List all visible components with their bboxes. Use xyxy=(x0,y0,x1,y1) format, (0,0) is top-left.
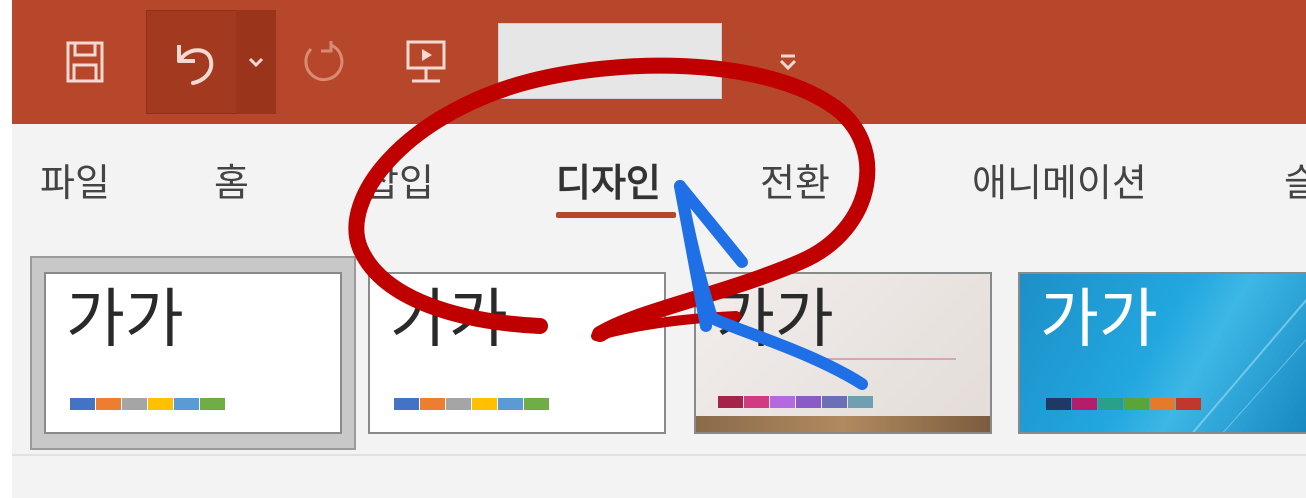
redo-icon xyxy=(304,41,344,82)
color-swatch xyxy=(472,398,497,410)
start-from-beginning-icon xyxy=(406,40,446,83)
save-button[interactable] xyxy=(60,10,110,114)
tab-slideshow[interactable]: 슬 xyxy=(1284,152,1306,207)
tab-home[interactable]: 홈 xyxy=(214,152,249,207)
customize-toolbar-button[interactable] xyxy=(770,10,806,114)
theme-color-swatches xyxy=(1046,398,1202,410)
color-swatch xyxy=(1150,398,1175,410)
tab-file[interactable]: 파일 xyxy=(40,152,110,207)
color-swatch xyxy=(148,398,173,410)
theme-sample-text: 가가 xyxy=(66,283,184,357)
theme-color-swatches xyxy=(394,398,550,410)
theme-color-swatches xyxy=(718,396,874,408)
color-swatch xyxy=(1098,398,1123,410)
save-icon xyxy=(66,41,104,83)
tab-animations[interactable]: 애니메이션 xyxy=(972,152,1147,207)
theme-color-swatches xyxy=(70,398,226,410)
tab-transitions[interactable]: 전환 xyxy=(760,152,830,207)
color-swatch xyxy=(498,398,523,410)
theme-wood-band xyxy=(696,416,990,432)
color-swatch xyxy=(1072,398,1097,410)
start-from-beginning-button[interactable] xyxy=(398,10,454,114)
tab-insert[interactable]: 삽입 xyxy=(364,152,434,207)
chevron-down-icon xyxy=(248,57,264,68)
color-swatch xyxy=(1124,398,1149,410)
color-swatch xyxy=(446,398,471,410)
color-swatch xyxy=(770,396,795,408)
color-swatch xyxy=(96,398,121,410)
undo-dropdown[interactable] xyxy=(236,10,276,114)
left-margin xyxy=(0,0,12,498)
theme-thumbnail-2[interactable]: 가가 xyxy=(368,272,666,434)
color-swatch xyxy=(174,398,199,410)
color-swatch xyxy=(718,396,743,408)
color-swatch xyxy=(524,398,549,410)
customize-toolbar-icon xyxy=(779,54,797,71)
color-swatch xyxy=(848,396,873,408)
color-swatch xyxy=(122,398,147,410)
active-tab-indicator xyxy=(556,212,676,218)
color-swatch xyxy=(200,398,225,410)
theme-sample-text: 가가 xyxy=(716,283,834,357)
theme-sample-text: 가가 xyxy=(390,283,508,357)
undo-icon xyxy=(177,45,214,85)
color-swatch xyxy=(420,398,445,410)
undo-button[interactable] xyxy=(160,10,226,114)
color-swatch xyxy=(796,396,821,408)
theme-light-streak xyxy=(1192,298,1306,432)
theme-thumbnail-4[interactable]: 가가 xyxy=(1018,272,1306,434)
theme-thumbnail-3[interactable]: 가가 xyxy=(694,272,992,434)
color-swatch xyxy=(822,396,847,408)
tab-design[interactable]: 디자인 xyxy=(556,152,661,207)
color-swatch xyxy=(70,398,95,410)
color-swatch xyxy=(744,396,769,408)
quick-access-input[interactable] xyxy=(498,23,722,99)
ribbon-divider xyxy=(12,454,1306,456)
color-swatch xyxy=(394,398,419,410)
color-swatch xyxy=(1046,398,1071,410)
redo-button[interactable] xyxy=(292,10,352,114)
theme-accent-line xyxy=(826,358,956,360)
color-swatch xyxy=(1176,398,1201,410)
theme-thumbnail-1[interactable]: 가가 xyxy=(44,272,342,434)
